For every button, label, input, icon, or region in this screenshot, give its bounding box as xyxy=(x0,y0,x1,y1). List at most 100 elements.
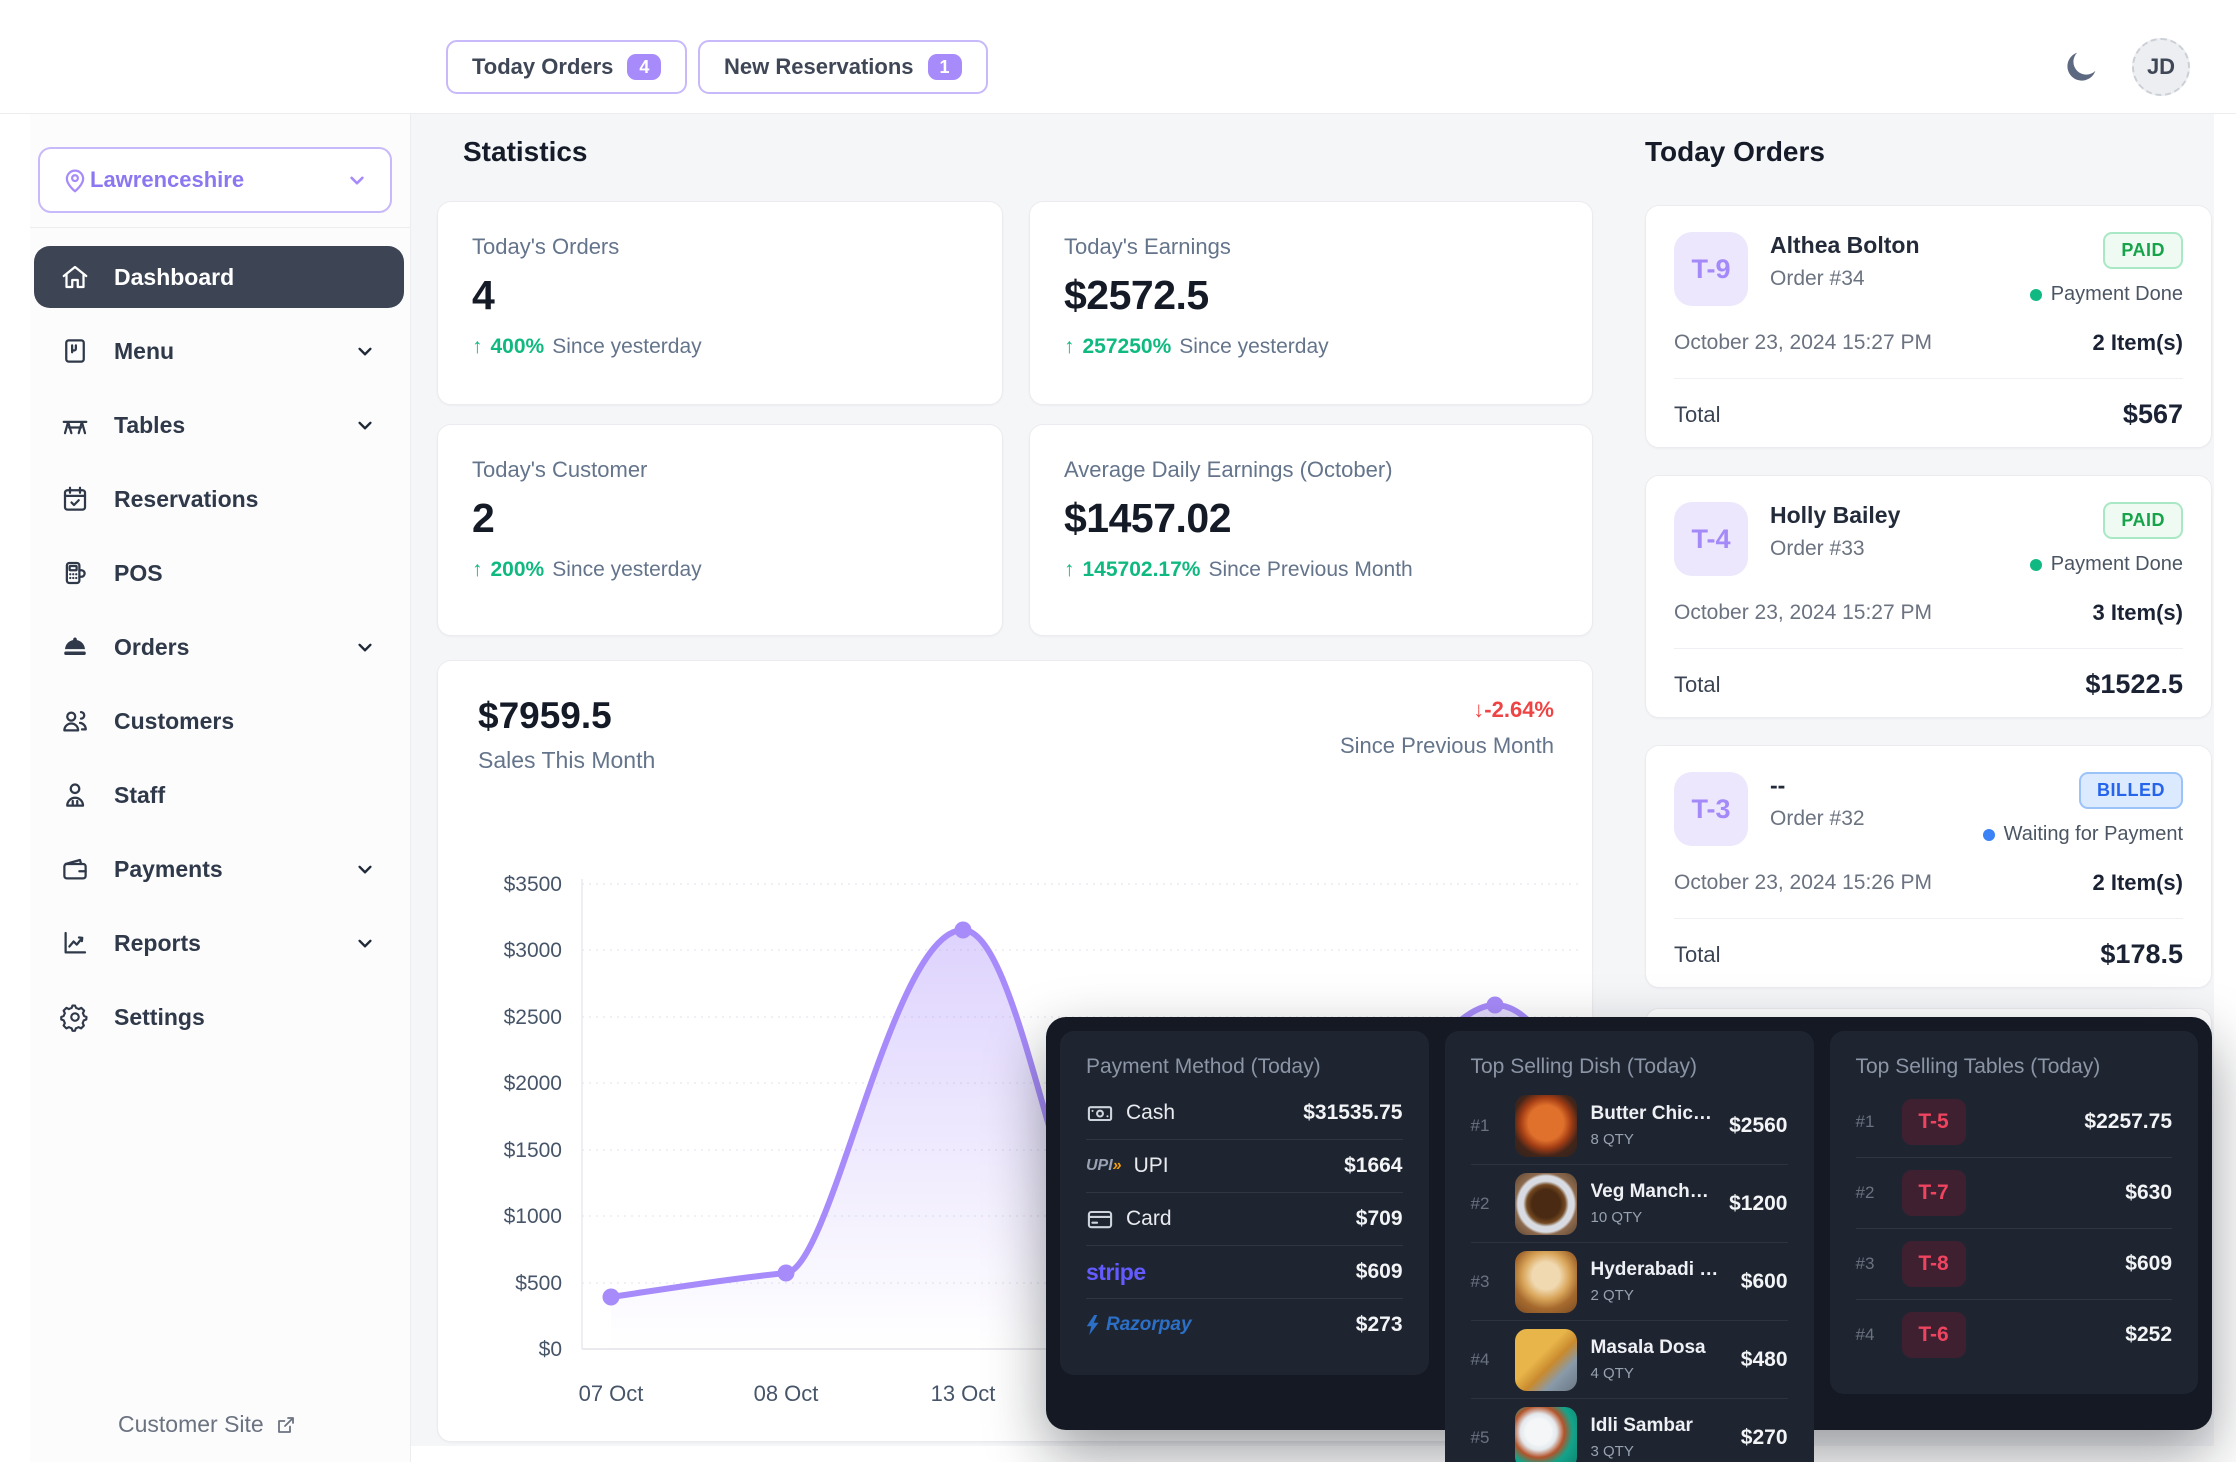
payment-value: $609 xyxy=(1356,1260,1403,1284)
stat-label: Today's Earnings xyxy=(1064,234,1558,260)
sidebar-item-orders[interactable]: Orders xyxy=(34,610,404,684)
dish-rank: #3 xyxy=(1471,1272,1501,1292)
table-badge: T-7 xyxy=(1902,1170,1966,1216)
dark-mode-toggle[interactable] xyxy=(2052,38,2110,96)
stat-delta-note: Since yesterday xyxy=(552,558,701,582)
customer-site-label: Customer Site xyxy=(118,1411,264,1438)
order-card[interactable]: T-9 Althea Bolton Order #34 PAID Payment… xyxy=(1645,205,2212,448)
customer-site-link[interactable]: Customer Site xyxy=(118,1411,298,1438)
order-items-count: 2 Item(s) xyxy=(2093,330,2183,356)
chevron-down-icon xyxy=(352,412,378,438)
stat-card-todays-earnings: Today's Earnings $2572.5 ↑257250%Since y… xyxy=(1029,201,1593,405)
order-datetime: October 23, 2024 15:27 PM xyxy=(1674,601,1932,625)
table-row: #2 T-7 $630 xyxy=(1856,1158,2173,1229)
sidebar-item-payments[interactable]: Payments xyxy=(34,832,404,906)
dish-row: #4 Masala Dosa4 QTY $480 xyxy=(1471,1321,1788,1399)
today-orders-button-label: Today Orders xyxy=(472,54,613,80)
sidebar-item-reservations[interactable]: Reservations xyxy=(34,462,404,536)
table-value: $2257.75 xyxy=(2084,1110,2172,1134)
table-badge: T-8 xyxy=(1902,1241,1966,1287)
order-status-badge: BILLED xyxy=(2079,772,2183,809)
gear-icon xyxy=(60,1002,90,1032)
stat-label: Average Daily Earnings (October) xyxy=(1064,457,1558,483)
y-tick: $2500 xyxy=(504,1006,562,1029)
order-customer: -- xyxy=(1770,772,1865,799)
order-total-label: Total xyxy=(1674,942,1720,968)
today-orders-button[interactable]: Today Orders 4 xyxy=(446,40,687,94)
pos-terminal-icon xyxy=(60,558,90,588)
sidebar-item-label: Menu xyxy=(114,338,174,365)
table-rank: #1 xyxy=(1856,1112,1886,1132)
up-arrow-icon: ↑ xyxy=(1064,558,1075,582)
top-header: Today Orders 4 New Reservations 1 JD xyxy=(0,0,2236,114)
payment-method-panel: Payment Method (Today) Cash $31535.75 UP… xyxy=(1060,1031,1429,1375)
sidebar-item-label: Payments xyxy=(114,856,223,883)
x-tick: 08 Oct xyxy=(754,1381,819,1406)
dish-value: $600 xyxy=(1741,1270,1788,1294)
x-tick: 07 Oct xyxy=(579,1381,644,1406)
y-tick: $2000 xyxy=(504,1072,562,1095)
stat-card-todays-customer: Today's Customer 2 ↑200%Since yesterday xyxy=(437,424,1003,636)
user-avatar[interactable]: JD xyxy=(2132,38,2190,96)
order-number: Order #33 xyxy=(1770,537,1900,561)
sidebar-item-settings[interactable]: Settings xyxy=(34,980,404,1054)
cloche-icon xyxy=(60,632,90,662)
sales-total: $7959.5 xyxy=(478,695,612,737)
sidebar-item-menu[interactable]: Menu xyxy=(34,314,404,388)
menu-book-icon xyxy=(60,336,90,366)
dish-photo xyxy=(1515,1095,1577,1157)
order-status-badge: PAID xyxy=(2103,232,2183,269)
upi-logo: UPI» xyxy=(1086,1157,1122,1175)
chevron-down-icon xyxy=(352,634,378,660)
stat-label: Today's Customer xyxy=(472,457,968,483)
x-tick: 13 Oct xyxy=(931,1381,996,1406)
new-reservations-button-label: New Reservations xyxy=(724,54,914,80)
sidebar-item-label: Dashboard xyxy=(114,264,234,291)
table-row: #4 T-6 $252 xyxy=(1856,1300,2173,1370)
dish-rank: #2 xyxy=(1471,1194,1501,1214)
location-selector[interactable]: Lawrenceshire xyxy=(38,147,392,213)
table-row: #3 T-8 $609 xyxy=(1856,1229,2173,1300)
insights-overlay: Payment Method (Today) Cash $31535.75 UP… xyxy=(1046,1017,2212,1430)
sidebar-item-customers[interactable]: Customers xyxy=(34,684,404,758)
y-tick: $1500 xyxy=(504,1139,562,1162)
sidebar-divider xyxy=(30,227,410,228)
sales-delta: -2.64% xyxy=(1484,697,1554,722)
sidebar-item-staff[interactable]: Staff xyxy=(34,758,404,832)
order-card[interactable]: T-3 -- Order #32 BILLED Waiting for Paym… xyxy=(1645,745,2212,988)
sidebar-item-dashboard[interactable]: Dashboard xyxy=(34,246,404,308)
stat-value: 2 xyxy=(472,495,968,542)
dish-rank: #1 xyxy=(1471,1116,1501,1136)
stat-delta-value: 145702.17% xyxy=(1083,558,1201,582)
stat-delta-value: 400% xyxy=(491,335,545,359)
order-number: Order #32 xyxy=(1770,807,1865,831)
dish-row: #5 Idli Sambar3 QTY $270 xyxy=(1471,1399,1788,1462)
payment-value: $273 xyxy=(1356,1313,1403,1337)
sidebar-item-pos[interactable]: POS xyxy=(34,536,404,610)
order-status-text: Waiting for Payment xyxy=(2004,823,2183,846)
statistics-title: Statistics xyxy=(463,136,588,168)
stat-delta-note: Since Previous Month xyxy=(1208,558,1412,582)
table-value: $252 xyxy=(2125,1323,2172,1347)
sidebar-item-tables[interactable]: Tables xyxy=(34,388,404,462)
home-icon xyxy=(60,262,90,292)
stat-card-todays-orders: Today's Orders 4 ↑400%Since yesterday xyxy=(437,201,1003,405)
sidebar-item-reports[interactable]: Reports xyxy=(34,906,404,980)
table-row: #1 T-5 $2257.75 xyxy=(1856,1087,2173,1158)
dish-value: $270 xyxy=(1741,1426,1788,1450)
payment-name: UPI xyxy=(1134,1154,1169,1178)
razorpay-bolt-icon xyxy=(1086,1315,1100,1335)
chevron-down-icon xyxy=(352,856,378,882)
up-arrow-icon: ↑ xyxy=(472,335,483,359)
dish-value: $2560 xyxy=(1729,1114,1787,1138)
chevron-down-icon xyxy=(344,167,370,193)
restaurant-dashboard: Today Orders 4 New Reservations 1 JD Law… xyxy=(0,0,2236,1462)
sidebar-item-label: Reports xyxy=(114,930,201,957)
new-reservations-button[interactable]: New Reservations 1 xyxy=(698,40,988,94)
order-card[interactable]: T-4 Holly Bailey Order #33 PAID Payment … xyxy=(1645,475,2212,718)
order-total-label: Total xyxy=(1674,402,1720,428)
sales-delta-note: Since Previous Month xyxy=(1340,733,1554,759)
payment-name: Cash xyxy=(1126,1101,1175,1125)
dish-row: #2 Veg Manchow Soup10 QTY $1200 xyxy=(1471,1165,1788,1243)
order-customer: Holly Bailey xyxy=(1770,502,1900,529)
